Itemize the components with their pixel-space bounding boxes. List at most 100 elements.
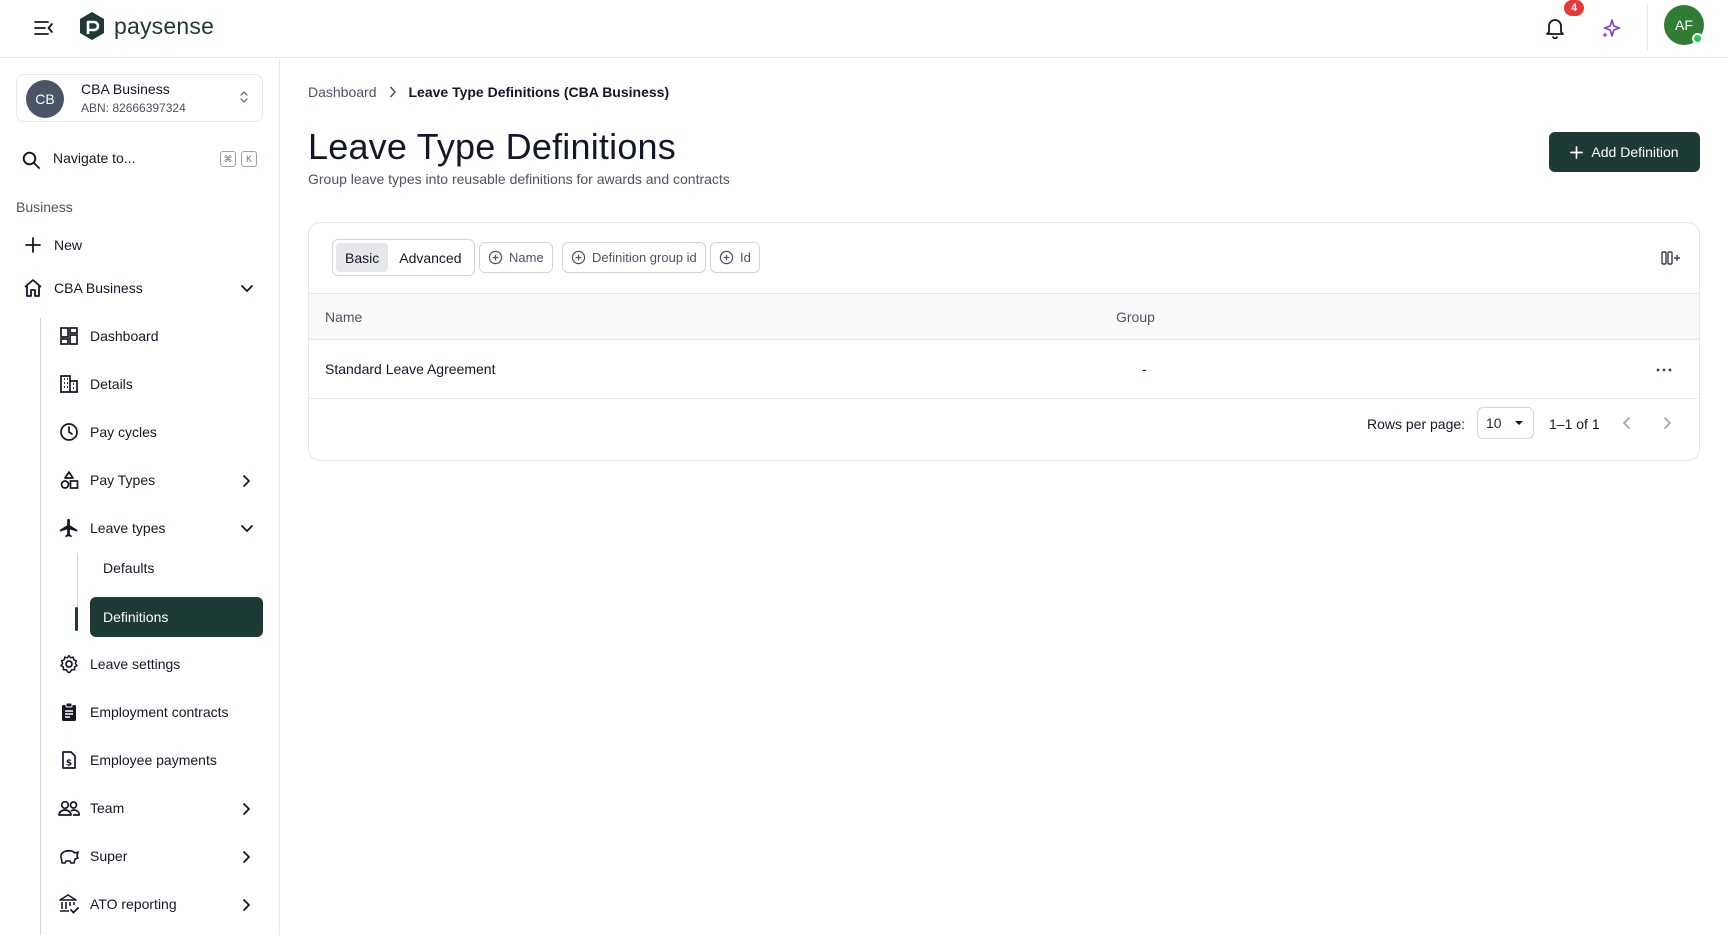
sidebar-item-label: Employment contracts <box>90 704 229 720</box>
brand-logo[interactable]: paysense <box>78 11 214 41</box>
svg-text:$: $ <box>66 759 72 769</box>
shapes-icon <box>58 469 80 491</box>
nav-tree-line <box>40 318 41 935</box>
sidebar-item-label: Details <box>90 376 133 392</box>
column-header-name[interactable]: Name <box>325 309 362 325</box>
pagination: Rows per page: 10 1–1 of 1 <box>309 399 1699 460</box>
ai-assistant-button[interactable] <box>1597 14 1625 42</box>
bank-check-icon <box>58 893 80 915</box>
sidebar-item-super[interactable]: Super <box>58 845 262 867</box>
table-header: Name Group <box>309 293 1699 340</box>
add-definition-button[interactable]: Add Definition <box>1549 132 1700 172</box>
sidebar-item-dashboard[interactable]: Dashboard <box>58 325 159 347</box>
paysense-logo-icon <box>80 12 104 40</box>
chevron-right-icon <box>389 86 397 98</box>
sidebar-item-label: Dashboard <box>90 328 159 344</box>
dashboard-icon <box>58 325 80 347</box>
sidebar-item-ato-reporting[interactable]: ATO reporting <box>58 893 262 915</box>
add-definition-label: Add Definition <box>1591 144 1679 160</box>
plus-icon <box>22 234 44 256</box>
sidebar-item-label: Defaults <box>103 560 155 576</box>
app-window: paysense 4 AF CB CBA Business ABN: 82666… <box>0 0 1728 935</box>
notifications-button[interactable] <box>1541 14 1569 42</box>
gear-icon <box>58 653 80 675</box>
business-abn: ABN: 82666397324 <box>81 101 186 115</box>
filter-chip-id[interactable]: Id <box>710 242 760 273</box>
sidebar-item-label: Pay Types <box>90 472 156 488</box>
sidebar-item-new[interactable]: New <box>22 234 82 256</box>
cell-group: - <box>1142 361 1147 377</box>
more-horizontal-icon <box>1656 368 1672 372</box>
team-icon <box>58 797 80 819</box>
sidebar-item-employment-contracts[interactable]: Employment contracts <box>58 701 229 723</box>
sidebar-item-details[interactable]: Details <box>58 373 133 395</box>
pagination-range: 1–1 of 1 <box>1549 416 1600 432</box>
sidebar-item-leave-types[interactable]: Leave types <box>58 517 262 539</box>
caret-down-icon <box>1515 421 1523 425</box>
table-row[interactable]: Standard Leave Agreement - <box>309 340 1699 399</box>
section-label-business: Business <box>16 199 73 215</box>
sidebar-item-employee-payments[interactable]: $ Employee payments <box>58 749 217 771</box>
online-status-dot <box>1692 33 1703 44</box>
sidebar-item-leave-settings[interactable]: Leave settings <box>58 653 180 675</box>
breadcrumb-dashboard-link[interactable]: Dashboard <box>308 84 377 100</box>
rows-per-page-select[interactable]: 10 <box>1477 407 1534 439</box>
menu-collapse-icon <box>34 21 53 35</box>
filter-mode-toggle: Basic Advanced <box>332 239 475 276</box>
chevron-right-icon <box>238 896 256 914</box>
page-subtitle: Group leave types into reusable definiti… <box>308 171 730 187</box>
clock-icon <box>58 421 80 443</box>
row-actions-button[interactable] <box>1652 358 1676 382</box>
chevron-right-icon <box>238 848 256 866</box>
chevron-up-down-icon <box>240 91 248 103</box>
column-settings-button[interactable] <box>1659 246 1683 270</box>
sidebar-item-pay-types[interactable]: Pay Types <box>58 469 262 491</box>
definitions-table-card: Basic Advanced Name Definition group id … <box>308 222 1700 461</box>
chevron-right-icon <box>238 472 256 490</box>
filter-chip-name[interactable]: Name <box>479 242 553 273</box>
sidebar-item-label: CBA Business <box>54 280 143 296</box>
menu-collapse-button[interactable] <box>30 14 58 42</box>
sidebar-item-defaults[interactable]: Defaults <box>103 560 154 576</box>
search-icon <box>22 151 40 169</box>
sidebar-item-pay-cycles[interactable]: Pay cycles <box>58 421 157 443</box>
previous-page-button[interactable] <box>1615 411 1639 435</box>
sidebar-item-label: Definitions <box>103 609 169 625</box>
business-switcher[interactable]: CB CBA Business ABN: 82666397324 <box>16 74 263 122</box>
chevron-right-icon <box>238 800 256 818</box>
topbar-divider <box>1647 4 1648 50</box>
rows-per-page-label: Rows per page: <box>1367 416 1466 432</box>
sidebar-item-label: Team <box>90 800 125 816</box>
leave-types-tree-line <box>77 553 78 613</box>
sidebar-item-label: Leave types <box>90 520 166 536</box>
filter-mode-advanced[interactable]: Advanced <box>390 243 470 272</box>
command-key-hint: ⌘ <box>220 151 236 167</box>
plus-circle-icon <box>571 250 586 265</box>
top-bar: paysense 4 AF <box>0 0 1728 58</box>
home-icon <box>22 277 44 299</box>
sidebar-item-label: ATO reporting <box>90 896 177 912</box>
clipboard-icon <box>58 701 80 723</box>
cell-name: Standard Leave Agreement <box>325 361 496 377</box>
plus-icon <box>1570 145 1584 159</box>
active-indicator <box>75 607 78 631</box>
navigate-search[interactable]: Navigate to... ⌘ K <box>16 144 263 174</box>
breadcrumb-current: Leave Type Definitions (CBA Business) <box>408 84 670 100</box>
sidebar-item-definitions[interactable]: Definitions <box>90 597 263 637</box>
column-header-group[interactable]: Group <box>1116 309 1155 325</box>
chevron-down-icon <box>238 280 256 298</box>
business-avatar: CB <box>26 80 64 118</box>
chevron-down-icon <box>238 520 256 538</box>
chevron-left-icon <box>1623 417 1630 429</box>
sidebar-item-team[interactable]: Team <box>58 797 262 819</box>
plus-circle-icon <box>488 250 503 265</box>
building-icon <box>58 373 80 395</box>
sidebar-group-cba-business[interactable]: CBA Business <box>22 277 262 299</box>
next-page-button[interactable] <box>1655 411 1679 435</box>
filter-mode-basic[interactable]: Basic <box>336 243 389 272</box>
filter-chip-definition-group-id[interactable]: Definition group id <box>562 242 706 273</box>
airplane-icon <box>58 517 80 539</box>
sidebar-item-label: Super <box>90 848 128 864</box>
business-name: CBA Business <box>81 81 170 97</box>
page-title: Leave Type Definitions <box>308 126 676 167</box>
